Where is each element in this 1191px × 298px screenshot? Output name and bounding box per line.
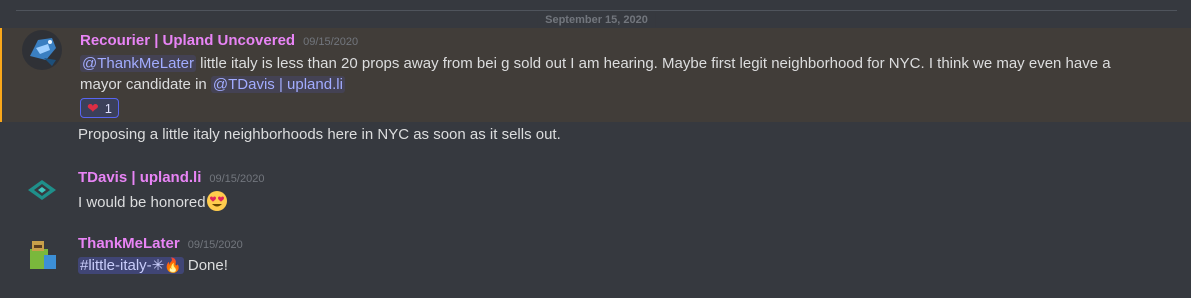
- username[interactable]: TDavis | upland.li: [78, 168, 201, 188]
- date-divider-label: September 15, 2020: [537, 13, 656, 27]
- date-divider: September 15, 2020: [16, 10, 1177, 27]
- message-text: Proposing a little italy neighborhoods h…: [78, 126, 561, 143]
- user-mention[interactable]: @TDavis | upland.li: [210, 76, 345, 93]
- message-content: #little-italy-✳🔥 Done!: [78, 255, 1141, 276]
- message-text: Done!: [183, 257, 228, 274]
- timestamp: 09/15/2020: [303, 36, 359, 48]
- message-text: I would be honored: [78, 194, 206, 211]
- reaction-count: 1: [104, 100, 112, 116]
- heart-icon: ❤: [87, 100, 99, 116]
- user-mention[interactable]: @ThankMeLater: [80, 55, 196, 72]
- message-recourier[interactable]: Recourier | Upland Uncovered 09/15/2020 …: [0, 28, 1191, 122]
- timestamp: 09/15/2020: [209, 173, 265, 185]
- message-tdavis[interactable]: TDavis | upland.li 09/15/2020 I would be…: [0, 164, 1191, 214]
- message-content: I would be honored: [78, 190, 1141, 213]
- logo-avatar-icon: [28, 180, 56, 200]
- fire-icon: 🔥: [164, 257, 182, 273]
- timestamp: 09/15/2020: [187, 239, 243, 251]
- channel-mention[interactable]: #little-italy-✳🔥: [78, 257, 184, 274]
- message-thankmelater[interactable]: ThankMeLater 09/15/2020 #little-italy-✳🔥…: [0, 230, 1191, 282]
- reaction-button[interactable]: ❤ 1: [80, 98, 119, 118]
- avatar[interactable]: [22, 30, 62, 70]
- avatar[interactable]: [22, 235, 62, 275]
- heart-eyes-emoji-icon: [206, 190, 228, 212]
- robot-avatar-icon: [22, 30, 62, 70]
- username[interactable]: ThankMeLater: [78, 234, 180, 254]
- channel-name: #little-italy-✳: [80, 257, 165, 274]
- username[interactable]: Recourier | Upland Uncovered: [80, 31, 295, 51]
- avatar[interactable]: [22, 168, 62, 208]
- character-avatar-icon: [30, 241, 56, 269]
- message-content: @ThankMeLater little italy is less than …: [80, 53, 1141, 95]
- chat-messages: September 15, 2020 Recourier | Upland Un…: [0, 0, 1191, 298]
- message-followup[interactable]: Proposing a little italy neighborhoods h…: [0, 122, 1191, 148]
